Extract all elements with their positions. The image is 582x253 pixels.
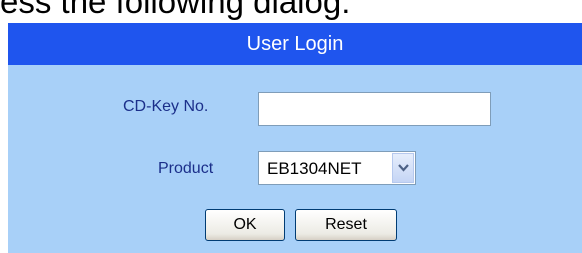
instruction-caption: ess the following dialog:	[0, 0, 351, 20]
cdkey-label: CD-Key No.	[123, 98, 209, 115]
user-login-dialog: User Login CD-Key No. Product EB1304NET …	[0, 23, 582, 253]
cdkey-input[interactable]	[258, 92, 491, 126]
product-label: Product	[158, 160, 214, 177]
ok-button[interactable]: OK	[205, 209, 285, 241]
product-select[interactable]: EB1304NET	[258, 151, 416, 185]
chevron-down-icon[interactable]	[392, 153, 414, 183]
dialog-title: User Login	[8, 23, 582, 65]
reset-button[interactable]: Reset	[295, 209, 397, 241]
product-selected-value: EB1304NET	[267, 159, 362, 178]
